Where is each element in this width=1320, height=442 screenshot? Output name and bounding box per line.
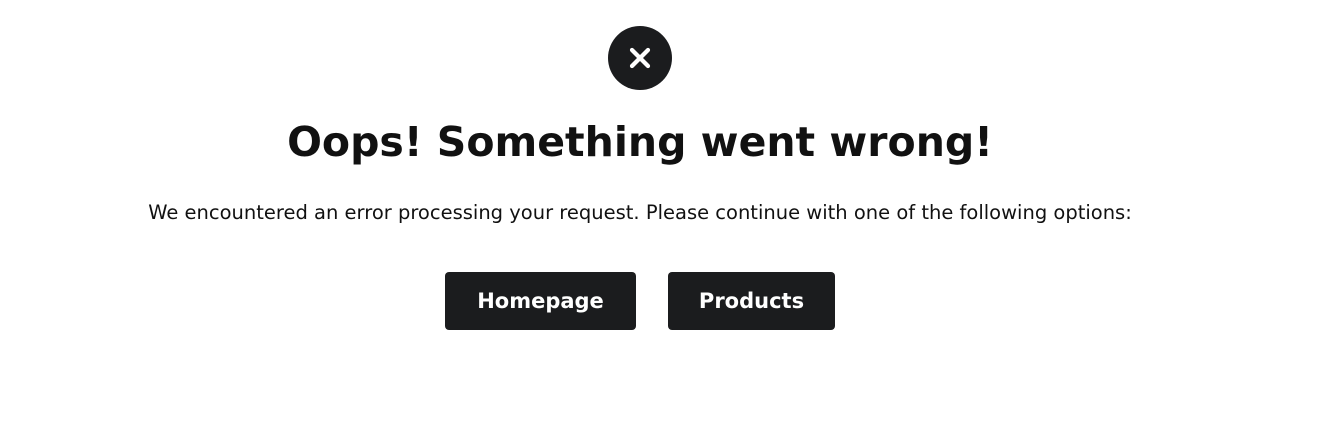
homepage-button[interactable]: Homepage [445, 272, 636, 330]
close-icon [608, 26, 672, 90]
page-title: Oops! Something went wrong! [287, 118, 993, 166]
products-button[interactable]: Products [668, 272, 835, 330]
error-message: We encountered an error processing your … [148, 201, 1132, 224]
close-icon-glyph [629, 47, 651, 69]
error-page: Oops! Something went wrong! We encounter… [0, 0, 1320, 442]
